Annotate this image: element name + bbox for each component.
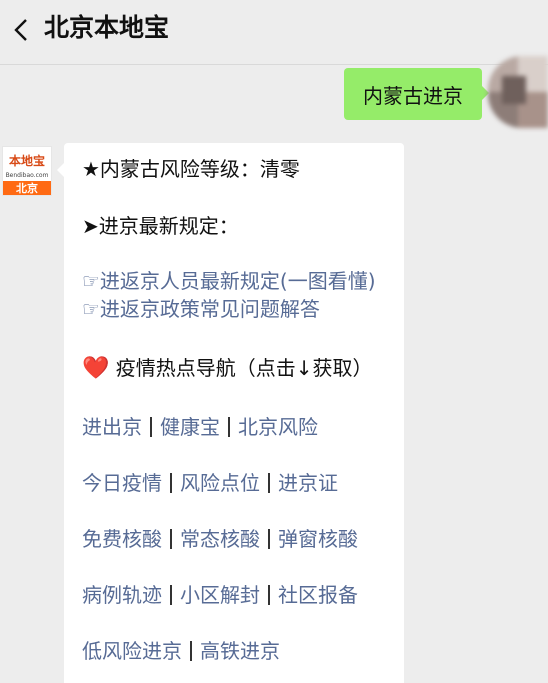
divider [170,585,172,605]
logo-city: 北京 [3,181,51,195]
logo-text: 本地宝 [8,153,45,168]
nav-row: 低风险进京 高铁进京 [82,638,280,664]
nav-link[interactable]: 风险点位 [180,471,260,495]
nav-row: 进出京 健康宝 北京风险 [82,414,318,440]
rules-heading: ➤进京最新规定： [82,214,239,238]
nav-link[interactable]: 健康宝 [160,415,220,439]
chevron-left-icon[interactable] [8,12,34,48]
divider [190,641,192,661]
divider [268,473,270,493]
nav-link[interactable]: 进京证 [278,471,338,495]
nav-link[interactable]: 小区解封 [180,583,260,607]
nav-link[interactable]: 病例轨迹 [82,583,162,607]
heart-icon: ❤️ [82,356,110,381]
nav-link[interactable]: 今日疫情 [82,471,162,495]
user-message-bubble[interactable]: 内蒙古进京 [344,68,489,120]
hot-nav-heading: ❤️ 疫情热点导航（点击↓获取） [82,355,373,382]
nav-link[interactable]: 弹窗核酸 [278,527,358,551]
divider [268,585,270,605]
bot-message-bubble: ★内蒙古风险等级：清零 ➤进京最新规定： ☞进返京人员最新规定(一图看懂) ☞进… [57,143,404,683]
logo-domain: Bendibao.com [5,171,49,179]
risk-level-line: ★内蒙古风险等级：清零 [82,157,300,181]
divider [170,473,172,493]
nav-link[interactable]: 低风险进京 [82,639,182,663]
nav-link[interactable]: 常态核酸 [180,527,260,551]
divider [228,417,230,437]
top-bar: 北京本地宝 [0,0,548,65]
divider [150,417,152,437]
nav-link[interactable]: 社区报备 [278,583,358,607]
bot-avatar[interactable]: 本地宝 Bendibao.com 北京 [2,146,52,196]
chat-title: 北京本地宝 [44,13,170,42]
user-avatar[interactable] [488,56,548,128]
nav-row: 免费核酸 常态核酸 弹窗核酸 [82,526,358,552]
nav-link[interactable]: 免费核酸 [82,527,162,551]
faq-link[interactable]: ☞进返京政策常见问题解答 [82,296,320,322]
rules-link[interactable]: ☞进返京人员最新规定(一图看懂) [82,268,376,294]
nav-link[interactable]: 北京风险 [238,415,318,439]
nav-link[interactable]: 高铁进京 [200,639,280,663]
nav-row: 今日疫情 风险点位 进京证 [82,470,338,496]
hot-nav-title: 疫情热点导航（点击↓获取） [115,356,373,380]
nav-row: 病例轨迹 小区解封 社区报备 [82,582,358,608]
nav-link[interactable]: 进出京 [82,415,142,439]
divider [170,529,172,549]
divider [268,529,270,549]
